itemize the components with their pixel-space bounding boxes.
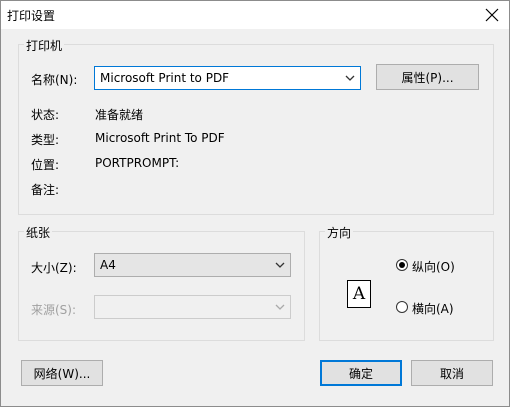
chevron-down-icon (345, 75, 355, 81)
orientation-group (319, 231, 494, 341)
close-button[interactable] (481, 4, 503, 26)
location-value: PORTPROMPT: (95, 156, 180, 170)
chevron-down-icon (275, 262, 285, 268)
orientation-preview-icon: A (347, 280, 371, 308)
portrait-radio[interactable] (396, 259, 408, 271)
radio-selected-dot (399, 262, 405, 268)
paper-group (18, 231, 305, 341)
cancel-button[interactable]: 取消 (411, 360, 493, 386)
type-label: 类型: (31, 133, 60, 147)
properties-button[interactable]: 属性(P)... (376, 64, 479, 90)
paper-size-label: 大小(Z): (31, 261, 77, 275)
print-setup-dialog: 打印设置 打印机 名称(N): Microsoft Print to PDF 属… (0, 0, 510, 407)
window-title: 打印设置 (7, 9, 56, 23)
paper-source-label: 来源(S): (31, 303, 77, 317)
printer-group-label: 打印机 (24, 37, 65, 54)
status-value: 准备就绪 (95, 108, 144, 122)
portrait-label[interactable]: 纵向(O) (412, 258, 455, 275)
printer-name-label: 名称(N): (31, 73, 78, 87)
location-label: 位置: (31, 158, 60, 172)
paper-source-select[interactable] (94, 295, 291, 319)
paper-group-label: 纸张 (24, 224, 53, 241)
orientation-preview-letter: A (352, 284, 366, 304)
close-icon (485, 8, 499, 22)
orientation-group-label: 方向 (325, 224, 354, 241)
paper-size-select[interactable]: A4 (94, 253, 291, 277)
comment-label: 备注: (31, 183, 60, 197)
ok-button[interactable]: 确定 (320, 360, 402, 386)
printer-name-value: Microsoft Print to PDF (100, 71, 230, 85)
type-value: Microsoft Print To PDF (95, 131, 225, 145)
network-button[interactable]: 网络(W)... (21, 360, 103, 386)
landscape-label[interactable]: 横向(A) (412, 300, 454, 317)
chevron-down-icon (275, 304, 285, 310)
printer-name-select[interactable]: Microsoft Print to PDF (94, 66, 361, 90)
title-bar: 打印设置 (1, 1, 509, 29)
landscape-radio[interactable] (396, 301, 408, 313)
status-label: 状态: (31, 108, 60, 122)
paper-size-value: A4 (100, 258, 116, 272)
